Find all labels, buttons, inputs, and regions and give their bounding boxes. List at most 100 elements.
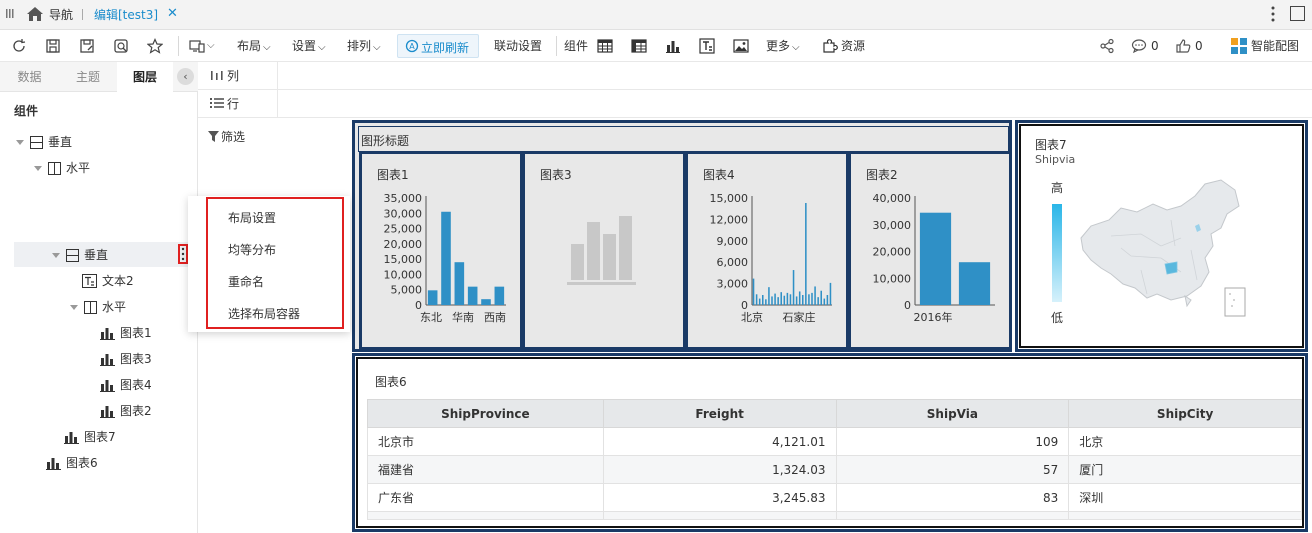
filter-shelf[interactable]: 筛选: [208, 128, 245, 145]
home-icon[interactable]: [26, 6, 44, 22]
layout-menu[interactable]: 布局 ⌵: [237, 30, 271, 62]
table-row[interactable]: 北京市 4,121.01 109 北京: [367, 427, 1302, 456]
save-as-icon[interactable]: [79, 38, 95, 54]
tree-node-vertical-root[interactable]: 垂直: [16, 130, 72, 154]
smart-chart-button[interactable]: 智能配图: [1251, 30, 1299, 62]
table-cell: 109: [835, 427, 1070, 456]
menu-item-layout-settings[interactable]: 布局设置: [228, 209, 276, 226]
crosstab-icon[interactable]: [631, 38, 647, 54]
tab-theme[interactable]: 主题: [59, 62, 117, 92]
menu-item-distribute-evenly[interactable]: 均等分布: [228, 241, 276, 258]
settings-menu[interactable]: 设置 ⌵: [292, 30, 326, 62]
edit-tab[interactable]: 编辑[test3]: [94, 6, 158, 23]
chevron-down-icon: ⌵: [318, 42, 326, 53]
bar: [755, 294, 758, 305]
preview-icon[interactable]: [113, 38, 129, 54]
nav-tab[interactable]: 导航: [49, 6, 73, 23]
table-row[interactable]: 福建省 1,324.03 57 厦门: [367, 455, 1302, 484]
like-icon[interactable]: [1175, 38, 1191, 54]
menu-item-select-container[interactable]: 选择布局容器: [228, 305, 300, 322]
tree-node-chart3[interactable]: 图表3: [100, 347, 152, 371]
tree-node-vertical-selected[interactable]: 垂直: [52, 243, 108, 267]
x-tick-label: 东北: [420, 311, 442, 324]
tree-node-horizontal[interactable]: 水平: [34, 156, 90, 180]
legend-gradient[interactable]: [1052, 204, 1062, 302]
container-title-bar: 图形标题: [358, 126, 1009, 152]
container-title: 图形标题: [361, 134, 410, 148]
column-header[interactable]: ShipCity: [1068, 399, 1302, 428]
bar: [768, 287, 770, 305]
tree-node-chart2[interactable]: 图表2: [100, 399, 152, 423]
tree-node-chart6[interactable]: 图表6: [46, 451, 98, 475]
puzzle-icon[interactable]: [822, 38, 838, 54]
china-map-icon[interactable]: [1071, 176, 1251, 326]
collapse-panel-button[interactable]: ‹: [177, 68, 194, 85]
refresh-now-label: 立即刷新: [421, 41, 470, 55]
comment-icon[interactable]: [1131, 38, 1147, 54]
smart-chart-icon[interactable]: [1231, 38, 1247, 54]
tree-node-text2[interactable]: 文本2: [82, 269, 134, 293]
share-icon[interactable]: [1099, 38, 1115, 54]
maximize-icon[interactable]: [1290, 6, 1305, 21]
tab-layers[interactable]: 图层: [117, 62, 173, 92]
table-icon[interactable]: [597, 38, 613, 54]
tab-data[interactable]: 数据: [0, 62, 59, 92]
tree-node-horizontal-inner[interactable]: 水平: [70, 295, 126, 319]
device-icon[interactable]: [189, 38, 205, 54]
y-tick-label: 30,000: [384, 207, 423, 220]
table-cell: 厦门: [1068, 455, 1302, 484]
tree-node-chart4[interactable]: 图表4: [100, 373, 152, 397]
resource-button[interactable]: 资源: [841, 30, 865, 62]
favorite-icon[interactable]: [147, 38, 163, 54]
menu-grip-icon[interactable]: [6, 8, 14, 20]
image-icon[interactable]: [733, 38, 749, 54]
tree-node-label: 图表2: [120, 404, 152, 418]
table-row[interactable]: [367, 511, 1302, 520]
linkage-settings-button[interactable]: 联动设置: [494, 30, 542, 62]
chart4-panel[interactable]: 图表4 15,000 12,000 9,000 6,000 3,000 0 北京 石家庄: [685, 151, 849, 350]
close-tab-icon[interactable]: ✕: [167, 6, 178, 21]
bar: [808, 294, 810, 305]
chart2-panel[interactable]: 图表2 40,000 30,000 20,000 10,000 0 2016年: [848, 151, 1012, 350]
more-vertical-icon: [181, 247, 185, 261]
rows-icon: [210, 98, 224, 108]
tree-node-chart7[interactable]: 图表7: [64, 425, 116, 449]
device-dropdown-chevron-icon[interactable]: ⌵: [207, 30, 215, 62]
more-vertical-icon[interactable]: [1270, 5, 1276, 23]
chart6-panel[interactable]: 图表6 ShipProvince Freight ShipVia ShipCit…: [356, 357, 1304, 528]
table-cell: 深圳: [1068, 483, 1302, 512]
chart1-panel[interactable]: 图表1 35,000 30,000 25,000 20,000 15,000 10,000…: [359, 151, 523, 350]
tree-node-chart1[interactable]: 图表1: [100, 321, 152, 345]
table-cell: 4,121.01: [602, 427, 837, 456]
more-menu[interactable]: 更多 ⌵: [766, 30, 800, 62]
tree-node-label: 图表4: [120, 378, 152, 392]
node-more-button[interactable]: [178, 244, 188, 264]
save-icon[interactable]: [45, 38, 61, 54]
layout-menu-label: 布局: [237, 39, 262, 53]
columns-shelf[interactable]: 列: [198, 62, 278, 90]
bar-chart-icon[interactable]: [665, 38, 681, 54]
bar-chart-icon: [100, 406, 115, 418]
refresh-now-button[interactable]: A 立即刷新: [397, 34, 479, 58]
chart3-panel[interactable]: 图表3: [522, 151, 686, 350]
table-cell: [835, 511, 1070, 520]
columns-shelf-dropzone[interactable]: [278, 62, 1312, 90]
column-header[interactable]: ShipProvince: [367, 399, 604, 428]
text-icon[interactable]: [699, 38, 715, 54]
column-header[interactable]: Freight: [602, 399, 837, 428]
bar-chart-icon: [46, 458, 61, 470]
layout-container[interactable]: 图形标题 图表1 35,000 30,000 25,000 20,000 15,000 1…: [352, 120, 1012, 352]
menu-item-rename[interactable]: 重命名: [228, 273, 264, 290]
column-header[interactable]: ShipVia: [835, 399, 1070, 428]
table-row[interactable]: 广东省 3,245.83 83 深圳: [367, 483, 1302, 512]
arrange-menu[interactable]: 排列 ⌵: [347, 30, 381, 62]
chart1-title: 图表1: [377, 168, 409, 182]
chart7-panel[interactable]: 图表7 Shipvia 高 低: [1019, 124, 1304, 348]
tree-node-label: 垂直: [48, 135, 73, 149]
y-tick-label: 30,000: [873, 219, 912, 232]
component-label: 组件: [564, 39, 589, 53]
rows-shelf[interactable]: 行: [198, 90, 278, 118]
rows-shelf-dropzone[interactable]: [278, 90, 1312, 118]
refresh-icon[interactable]: [11, 38, 27, 54]
bar: [817, 297, 819, 305]
